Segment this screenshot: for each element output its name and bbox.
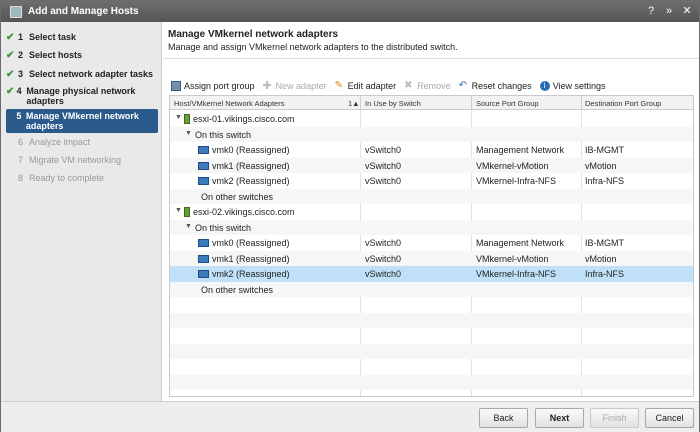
- remove-x-icon: ✖: [404, 80, 413, 91]
- check-icon: ✔: [6, 86, 15, 97]
- edit-adapter-button[interactable]: ✎ Edit adapter: [334, 80, 397, 92]
- check-icon: ✔: [6, 69, 15, 80]
- group-row[interactable]: ▼ On this switch: [170, 126, 693, 142]
- wizard-window: Add and Manage Hosts ? » ✕ ✔ 1 Select ta…: [0, 0, 700, 432]
- nic-icon: [198, 177, 209, 185]
- assign-port-group-button[interactable]: Assign port group: [171, 81, 255, 91]
- expand-icon[interactable]: ▼: [175, 207, 182, 214]
- host-row[interactable]: ▼ esxi-01.vikings.cisco.com: [170, 111, 693, 127]
- step-ready-to-complete: 8 Ready to complete: [18, 173, 105, 183]
- help-icon[interactable]: ?: [645, 5, 657, 17]
- step-manage-vmkernel-adapters[interactable]: 5 Manage VMkernel network adapters: [6, 109, 158, 133]
- nic-icon: [198, 270, 209, 278]
- table-row[interactable]: vmk0 (Reassigned) vSwitch0 Management Ne…: [170, 142, 693, 158]
- nic-icon: [198, 254, 209, 263]
- group-row[interactable]: On other switches: [170, 281, 693, 297]
- table-header: Host/VMkernel Network Adapters 1▲ In Use…: [170, 96, 693, 110]
- divider: [163, 58, 699, 59]
- wizard-footer: Back Next Finish Cancel: [1, 401, 699, 432]
- table-row[interactable]: vmk0 (Reassigned) vSwitch0 Management Ne…: [170, 235, 693, 251]
- close-icon[interactable]: ✕: [681, 5, 693, 17]
- expand-icon[interactable]: ▼: [185, 130, 192, 137]
- finish-button[interactable]: Finish: [590, 408, 639, 428]
- host-row[interactable]: ▼ esxi-02.vikings.cisco.com: [170, 204, 693, 220]
- view-settings-button[interactable]: i View settings: [539, 81, 606, 91]
- step-manage-physical-adapters[interactable]: ✔ 4 Manage physical network adapters: [6, 86, 158, 106]
- nic-icon: [198, 161, 209, 170]
- step-select-task[interactable]: ✔ 1 Select task: [6, 32, 158, 43]
- info-icon: i: [539, 81, 550, 91]
- new-adapter-button[interactable]: ✚ New adapter: [262, 80, 327, 92]
- assign-port-group-icon: [171, 81, 181, 91]
- group-row[interactable]: On other switches: [170, 188, 693, 204]
- expand-icon[interactable]: ▼: [175, 114, 182, 121]
- pencil-icon: ✎: [334, 80, 343, 91]
- step-select-network-adapter-tasks[interactable]: ✔ 3 Select network adapter tasks: [6, 69, 158, 80]
- check-icon: ✔: [6, 50, 15, 61]
- column-header-destination[interactable]: Destination Port Group: [585, 99, 661, 108]
- main-panel: Manage VMkernel network adapters Manage …: [163, 22, 699, 401]
- page-subtitle: Manage and assign VMkernel network adapt…: [168, 42, 458, 52]
- cancel-button[interactable]: Cancel: [645, 408, 694, 428]
- host-icon: [184, 114, 190, 124]
- undo-icon: ↶: [458, 80, 468, 91]
- adapters-table: Host/VMkernel Network Adapters 1▲ In Use…: [169, 95, 694, 397]
- reset-changes-button[interactable]: ↶ Reset changes: [458, 80, 532, 92]
- popout-icon[interactable]: »: [663, 5, 675, 17]
- column-header-host[interactable]: Host/VMkernel Network Adapters: [174, 99, 284, 108]
- nic-icon: [198, 146, 209, 154]
- nic-icon: [198, 239, 209, 247]
- host-name: esxi-01.vikings.cisco.com: [193, 114, 295, 124]
- title-bar: Add and Manage Hosts ? » ✕: [1, 1, 699, 22]
- table-row[interactable]: vmk1 (Reassigned) vSwitch0 VMkernel-vMot…: [170, 157, 693, 173]
- table-row[interactable]: vmk2 (Reassigned) vSwitch0 VMkernel-Infr…: [170, 173, 693, 189]
- adapter-toolbar: Assign port group ✚ New adapter ✎ Edit a…: [171, 79, 614, 93]
- sort-indicator[interactable]: 1▲: [348, 99, 360, 108]
- next-button[interactable]: Next: [535, 408, 584, 428]
- table-row[interactable]: vmk1 (Reassigned) vSwitch0 VMkernel-vMot…: [170, 250, 693, 266]
- check-icon: ✔: [6, 32, 15, 43]
- host-icon: [184, 207, 190, 217]
- remove-button[interactable]: ✖ Remove: [404, 80, 451, 92]
- back-button[interactable]: Back: [479, 408, 528, 428]
- step-analyze-impact: 6 Analyze impact: [18, 137, 91, 147]
- host-name: esxi-02.vikings.cisco.com: [193, 207, 295, 217]
- step-migrate-vm-networking: 7 Migrate VM networking: [18, 155, 122, 165]
- plus-icon: ✚: [262, 80, 272, 92]
- window-title: Add and Manage Hosts: [28, 6, 139, 17]
- wizard-icon: [10, 5, 22, 18]
- group-row[interactable]: ▼ On this switch: [170, 219, 693, 235]
- table-row-selected[interactable]: vmk2 (Reassigned) vSwitch0 VMkernel-Infr…: [170, 266, 693, 282]
- step-select-hosts[interactable]: ✔ 2 Select hosts: [6, 50, 158, 61]
- wizard-steps: ✔ 1 Select task ✔ 2 Select hosts ✔ 3 Sel…: [1, 22, 162, 401]
- expand-icon[interactable]: ▼: [185, 223, 192, 230]
- column-header-in-use[interactable]: In Use by Switch: [365, 99, 421, 108]
- page-title: Manage VMkernel network adapters: [168, 29, 339, 40]
- column-header-source[interactable]: Source Port Group: [476, 99, 539, 108]
